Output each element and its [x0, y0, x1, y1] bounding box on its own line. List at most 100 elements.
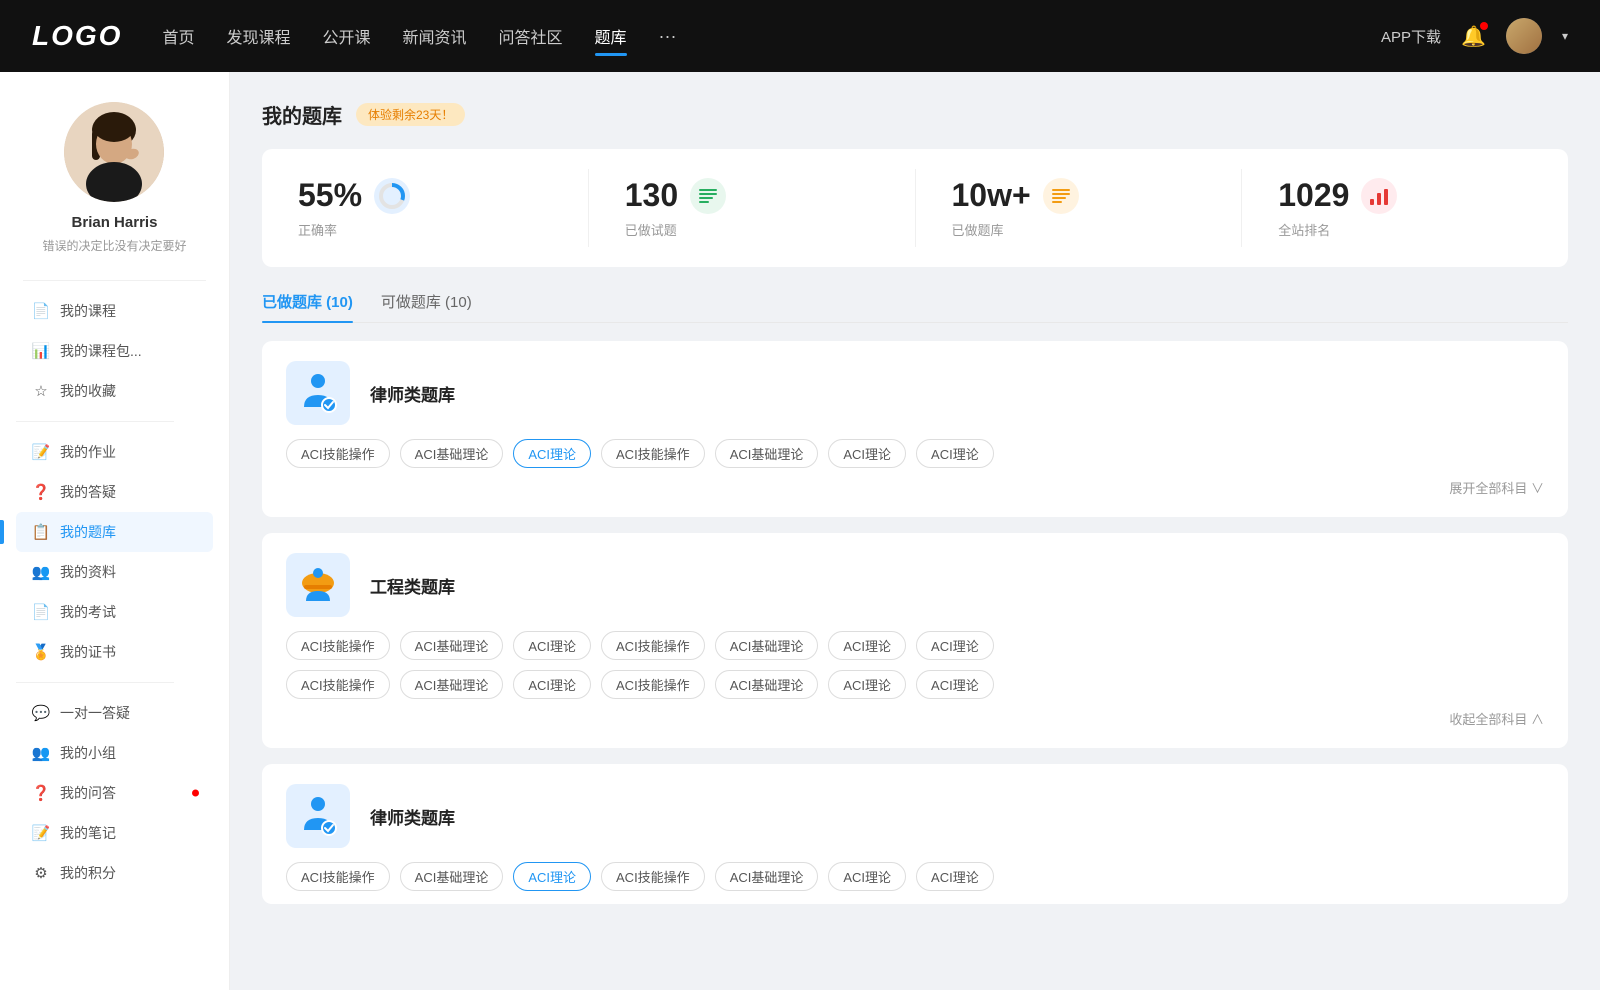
- sidebar-divider-2: [16, 682, 174, 683]
- sidebar-item-exam[interactable]: 📄 我的考试: [16, 592, 213, 632]
- sidebar-label-cert: 我的证书: [60, 642, 116, 662]
- eng-tag-theory-2[interactable]: ACI理论: [828, 631, 906, 660]
- lawyer2-tag-theory-3[interactable]: ACI理论: [916, 862, 994, 891]
- lawyer2-tag-skill-2[interactable]: ACI技能操作: [601, 862, 705, 891]
- myqa-icon: ❓: [32, 784, 50, 802]
- course-icon: 📄: [32, 302, 50, 320]
- nav-links: 首页 发现课程 公开课 新闻资讯 问答社区 题库 ···: [162, 20, 1381, 52]
- sidebar-label-homework: 我的作业: [60, 442, 116, 462]
- avatar: [64, 102, 164, 202]
- eng-tag-skill-4[interactable]: ACI技能操作: [601, 670, 705, 699]
- nav-open[interactable]: 公开课: [322, 20, 370, 52]
- nav-more[interactable]: ···: [659, 26, 677, 47]
- notification-bell[interactable]: 🔔: [1461, 24, 1486, 49]
- eng-tag-skill-3[interactable]: ACI技能操作: [286, 670, 390, 699]
- sidebar-profile: Brian Harris 错误的决定比没有决定要好: [26, 72, 202, 270]
- notification-dot: [1480, 22, 1488, 30]
- qbank-lawyer1-tags: ACI技能操作 ACI基础理论 ACI理论 ACI技能操作 ACI基础理论 AC…: [286, 439, 1544, 468]
- qbank-lawyer1-header: 律师类题库: [286, 361, 1544, 425]
- eng-tag-theory-1[interactable]: ACI理论: [513, 631, 591, 660]
- collapse-engineer-button[interactable]: 收起全部科目 ∧: [1449, 709, 1544, 728]
- eng-tag-basic-3[interactable]: ACI基础理论: [400, 670, 504, 699]
- user-menu-chevron[interactable]: ▾: [1562, 29, 1568, 43]
- nav-home[interactable]: 首页: [162, 20, 194, 52]
- lawyer2-tag-theory-1[interactable]: ACI理论: [513, 862, 591, 891]
- sidebar-item-points[interactable]: ⚙ 我的积分: [16, 853, 213, 893]
- tag-aci-basic-1[interactable]: ACI基础理论: [400, 439, 504, 468]
- sidebar-username: Brian Harris: [72, 214, 158, 231]
- sidebar-item-notes[interactable]: 📝 我的笔记: [16, 813, 213, 853]
- app-download-button[interactable]: APP下载: [1381, 26, 1441, 47]
- sidebar-item-qbank[interactable]: 📋 我的题库: [16, 512, 213, 552]
- tag-aci-theory-2[interactable]: ACI理论: [828, 439, 906, 468]
- nav-news[interactable]: 新闻资讯: [403, 20, 467, 52]
- sidebar-label-profile: 我的资料: [60, 562, 116, 582]
- qbank-lawyer2-title: 律师类题库: [370, 804, 455, 829]
- eng-tag-basic-1[interactable]: ACI基础理论: [400, 631, 504, 660]
- lawyer2-tag-basic-2[interactable]: ACI基础理论: [715, 862, 819, 891]
- nav-discover[interactable]: 发现课程: [226, 20, 290, 52]
- myqa-notification-dot: [192, 790, 199, 797]
- collect-icon: ☆: [32, 382, 50, 400]
- eng-tag-theory-6[interactable]: ACI理论: [916, 670, 994, 699]
- sidebar-label-group: 我的小组: [60, 743, 116, 763]
- stat-rank-top: 1029: [1278, 177, 1397, 214]
- eng-tag-theory-4[interactable]: ACI理论: [513, 670, 591, 699]
- sidebar-label-qbank: 我的题库: [60, 522, 116, 542]
- stat-rank: 1029 全站排名: [1242, 169, 1568, 247]
- eng-tag-basic-4[interactable]: ACI基础理论: [715, 670, 819, 699]
- sidebar-item-package[interactable]: 📊 我的课程包...: [16, 331, 213, 371]
- eng-tag-basic-2[interactable]: ACI基础理论: [715, 631, 819, 660]
- accuracy-chart-icon: [378, 182, 406, 210]
- sidebar-item-question[interactable]: ❓ 我的答疑: [16, 472, 213, 512]
- nav-bank[interactable]: 题库: [595, 20, 627, 52]
- tab-todo[interactable]: 可做题库 (10): [381, 291, 472, 322]
- sidebar-label-question: 我的答疑: [60, 482, 116, 502]
- qbank-card-lawyer1: 律师类题库 ACI技能操作 ACI基础理论 ACI理论 ACI技能操作 ACI基…: [262, 341, 1568, 517]
- avatar-inner: [64, 102, 164, 202]
- profile-icon: 👥: [32, 563, 50, 581]
- tutor-icon: 💬: [32, 704, 50, 722]
- lawyer2-tag-skill-1[interactable]: ACI技能操作: [286, 862, 390, 891]
- tag-aci-theory-3[interactable]: ACI理论: [916, 439, 994, 468]
- tag-aci-skill-2[interactable]: ACI技能操作: [601, 439, 705, 468]
- eng-tag-theory-5[interactable]: ACI理论: [828, 670, 906, 699]
- nav-qa[interactable]: 问答社区: [499, 20, 563, 52]
- qbank-lawyer1-icon: [286, 361, 350, 425]
- qbank-lawyer1-title: 律师类题库: [370, 381, 455, 406]
- stat-done-questions: 130 已做试题: [589, 169, 916, 247]
- sidebar-item-cert[interactable]: 🏅 我的证书: [16, 632, 213, 672]
- stat-rank-label: 全站排名: [1278, 220, 1330, 239]
- logo[interactable]: LOGO: [32, 20, 122, 52]
- eng-tag-skill-2[interactable]: ACI技能操作: [601, 631, 705, 660]
- eng-tag-skill-1[interactable]: ACI技能操作: [286, 631, 390, 660]
- sidebar-item-myqa[interactable]: ❓ 我的问答: [16, 773, 213, 813]
- sidebar-item-homework[interactable]: 📝 我的作业: [16, 432, 213, 472]
- sidebar-item-collect[interactable]: ☆ 我的收藏: [16, 371, 213, 411]
- stat-done-q-icon: [690, 178, 726, 214]
- tag-aci-skill-1[interactable]: ACI技能操作: [286, 439, 390, 468]
- sidebar-item-course[interactable]: 📄 我的课程: [16, 291, 213, 331]
- exam-icon: 📄: [32, 603, 50, 621]
- tag-aci-theory-1[interactable]: ACI理论: [513, 439, 591, 468]
- sidebar-item-group[interactable]: 👥 我的小组: [16, 733, 213, 773]
- qbank-card-engineer: 工程类题库 ACI技能操作 ACI基础理论 ACI理论 ACI技能操作 ACI基…: [262, 533, 1568, 748]
- sidebar-label-package: 我的课程包...: [60, 341, 142, 361]
- lawyer2-tag-basic-1[interactable]: ACI基础理论: [400, 862, 504, 891]
- expand-lawyer1-button[interactable]: 展开全部科目 ∨: [1449, 478, 1544, 497]
- lawyer2-tag-theory-2[interactable]: ACI理论: [828, 862, 906, 891]
- stat-accuracy-value: 55%: [298, 177, 362, 214]
- stat-rank-icon: [1361, 178, 1397, 214]
- tab-done[interactable]: 已做题库 (10): [262, 291, 353, 322]
- sidebar-item-profile[interactable]: 👥 我的资料: [16, 552, 213, 592]
- stat-accuracy-top: 55%: [298, 177, 410, 214]
- user-avatar[interactable]: [1506, 18, 1542, 54]
- avatar-image: [1506, 18, 1542, 54]
- sidebar-item-tutor[interactable]: 💬 一对一答疑: [16, 693, 213, 733]
- notes-icon: 📝: [32, 824, 50, 842]
- eng-tag-theory-3[interactable]: ACI理论: [916, 631, 994, 660]
- tag-aci-basic-2[interactable]: ACI基础理论: [715, 439, 819, 468]
- bar-chart-icon: [1368, 185, 1390, 207]
- qbank-engineer-icon: [286, 553, 350, 617]
- content-header: 我的题库 体验剩余23天！: [262, 100, 1568, 129]
